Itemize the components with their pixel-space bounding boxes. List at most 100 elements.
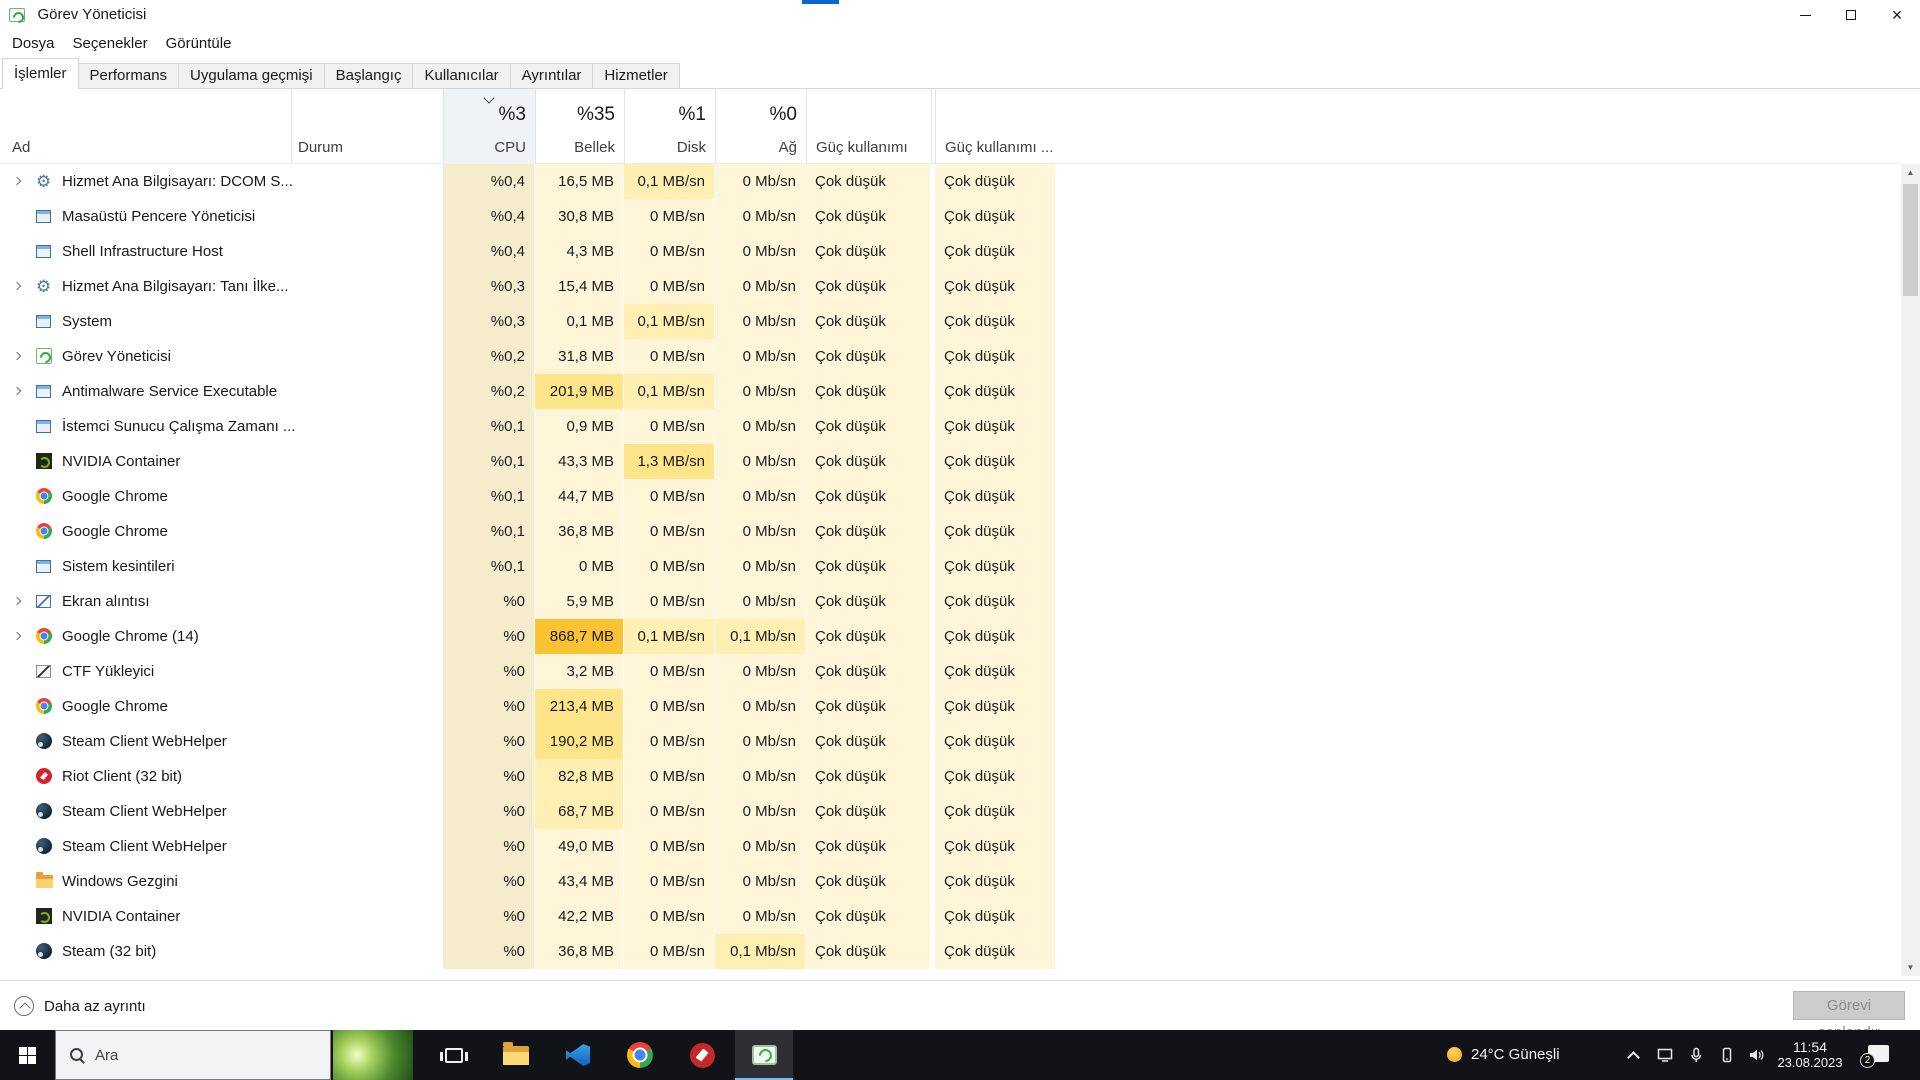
power-trend-cell: Çok düşük xyxy=(935,899,1056,934)
process-row[interactable]: Masaüstü Pencere Yöneticisi%0,430,8 MB0 … xyxy=(0,199,1901,234)
maximize-button[interactable] xyxy=(1828,0,1874,30)
pinned-red-app-button[interactable] xyxy=(673,1030,731,1080)
process-row[interactable]: Hizmet Ana Bilgisayarı: Tanı İlke...%0,3… xyxy=(0,269,1901,304)
process-row[interactable]: Google Chrome (14)%0868,7 MB0,1 MB/sn0,1… xyxy=(0,619,1901,654)
process-row[interactable]: System%0,30,1 MB0,1 MB/sn0 Mb/snÇok düşü… xyxy=(0,304,1901,339)
cpu-total-percent: %3 xyxy=(499,104,526,126)
scroll-up-button[interactable]: ▲ xyxy=(1901,164,1920,181)
power-trend-cell: Çok düşük xyxy=(935,689,1056,724)
expand-chevron-icon[interactable] xyxy=(13,282,21,290)
power-cell: Çok düşük xyxy=(806,864,931,899)
process-row[interactable]: NVIDIA Container%042,2 MB0 MB/sn0 Mb/snÇ… xyxy=(0,899,1901,934)
show-hidden-icons-button[interactable] xyxy=(1620,1030,1646,1080)
power-cell: Çok düşük xyxy=(806,409,931,444)
task-manager-button[interactable] xyxy=(735,1030,793,1080)
scroll-down-button[interactable]: ▼ xyxy=(1901,959,1920,976)
chrome-button[interactable] xyxy=(611,1030,669,1080)
column-header-status[interactable]: Durum xyxy=(291,89,443,164)
file-explorer-button[interactable] xyxy=(487,1030,545,1080)
tab-2[interactable]: Uygulama geçmişi xyxy=(178,63,325,89)
process-row[interactable]: Görev Yöneticisi%0,231,8 MB0 MB/sn0 Mb/s… xyxy=(0,339,1901,374)
titlebar: Görev Yöneticisi × xyxy=(0,0,1920,30)
power-trend-cell: Çok düşük xyxy=(935,304,1056,339)
process-status-cell xyxy=(291,304,443,339)
process-row[interactable]: Windows Gezgini%043,4 MB0 MB/sn0 Mb/snÇo… xyxy=(0,864,1901,899)
details-toggle[interactable]: Daha az ayrıntı xyxy=(14,981,146,1031)
expand-chevron-icon[interactable] xyxy=(13,352,21,360)
clock-time: 11:54 xyxy=(1770,1039,1850,1055)
process-row[interactable]: Steam Client WebHelper%0190,2 MB0 MB/sn0… xyxy=(0,724,1901,759)
column-header-name[interactable]: Ad xyxy=(0,89,291,164)
process-status-cell xyxy=(291,234,443,269)
tab-5[interactable]: Ayrıntılar xyxy=(510,63,594,89)
taskbar-clock[interactable]: 11:54 23.08.2023 xyxy=(1770,1039,1850,1071)
notification-badge: 2 xyxy=(1860,1053,1875,1068)
minimize-button[interactable] xyxy=(1782,0,1828,30)
column-header-memory[interactable]: %35 Bellek xyxy=(535,89,624,164)
pinned-photo-tile-button[interactable] xyxy=(333,1030,413,1080)
process-row[interactable]: Google Chrome%0,136,8 MB0 MB/sn0 Mb/snÇo… xyxy=(0,514,1901,549)
ctf-icon xyxy=(36,665,51,678)
column-header-power[interactable]: Güç kullanımı xyxy=(806,89,931,164)
disk-cell: 0 MB/sn xyxy=(624,794,715,829)
vertical-scrollbar[interactable]: ▲ ▼ xyxy=(1901,164,1920,976)
weather-sun-icon[interactable] xyxy=(1447,1047,1462,1062)
tab-6[interactable]: Hizmetler xyxy=(592,63,679,89)
process-row[interactable]: Shell Infrastructure Host%0,44,3 MB0 MB/… xyxy=(0,234,1901,269)
process-row[interactable]: Google Chrome%0213,4 MB0 MB/sn0 Mb/snÇok… xyxy=(0,689,1901,724)
taskbar-search[interactable]: Ara xyxy=(55,1030,331,1080)
column-header-network[interactable]: %0 Ağ xyxy=(715,89,806,164)
network-cell: 0 Mb/sn xyxy=(715,689,806,724)
process-row[interactable]: Antimalware Service Executable%0,2201,9 … xyxy=(0,374,1901,409)
disk-cell: 0 MB/sn xyxy=(624,199,715,234)
process-row[interactable]: CTF Yükleyici%03,2 MB0 MB/sn0 Mb/snÇok d… xyxy=(0,654,1901,689)
menu-item-0[interactable]: Dosya xyxy=(3,35,64,52)
process-row[interactable]: Google Chrome%0,144,7 MB0 MB/sn0 Mb/snÇo… xyxy=(0,479,1901,514)
close-button[interactable]: × xyxy=(1874,0,1920,30)
tray-device-button[interactable] xyxy=(1714,1030,1740,1080)
process-row[interactable]: Steam Client WebHelper%049,0 MB0 MB/sn0 … xyxy=(0,829,1901,864)
column-header-cpu[interactable]: %3 CPU xyxy=(443,89,535,164)
process-row[interactable]: Steam Client WebHelper%068,7 MB0 MB/sn0 … xyxy=(0,794,1901,829)
process-status-cell xyxy=(291,514,443,549)
process-row[interactable]: Ekran alıntısı%05,9 MB0 MB/sn0 Mb/snÇok … xyxy=(0,584,1901,619)
start-button[interactable] xyxy=(0,1030,55,1080)
process-row[interactable]: Riot Client (32 bit)%082,8 MB0 MB/sn0 Mb… xyxy=(0,759,1901,794)
expand-chevron-icon[interactable] xyxy=(13,177,21,185)
expand-chevron-icon[interactable] xyxy=(13,632,21,640)
end-task-button[interactable]: Görevi sonlandır xyxy=(1793,991,1905,1020)
menu-item-1[interactable]: Seçenekler xyxy=(64,35,157,52)
power-trend-cell: Çok düşük xyxy=(935,759,1056,794)
tab-0[interactable]: İşlemler xyxy=(2,58,79,89)
process-name: Google Chrome xyxy=(62,689,168,724)
memory-cell: 82,8 MB xyxy=(535,759,624,794)
pinned-blue-app-button[interactable] xyxy=(549,1030,607,1080)
memory-cell: 3,2 MB xyxy=(535,654,624,689)
tray-display-button[interactable] xyxy=(1652,1030,1678,1080)
process-name-cell: NVIDIA Container xyxy=(0,444,291,479)
expand-chevron-icon[interactable] xyxy=(13,387,21,395)
column-header-power-trend[interactable]: Güç kullanımı ... xyxy=(935,89,1056,164)
tray-speaker-button[interactable] xyxy=(1743,1030,1769,1080)
action-center-button[interactable]: 2 xyxy=(1868,1045,1889,1062)
process-row[interactable]: Steam (32 bit)%036,8 MB0 MB/sn0,1 Mb/snÇ… xyxy=(0,934,1901,969)
process-row[interactable]: NVIDIA Container%0,143,3 MB1,3 MB/sn0 Mb… xyxy=(0,444,1901,479)
expand-chevron-icon[interactable] xyxy=(13,597,21,605)
process-row[interactable]: İstemci Sunucu Çalışma Zamanı ...%0,10,9… xyxy=(0,409,1901,444)
tab-4[interactable]: Kullanıcılar xyxy=(412,63,510,89)
steam-icon xyxy=(36,943,52,959)
tab-1[interactable]: Performans xyxy=(78,63,180,89)
process-row[interactable]: Sistem kesintileri%0,10 MB0 MB/sn0 Mb/sn… xyxy=(0,549,1901,584)
task-view-button[interactable] xyxy=(425,1030,483,1080)
tray-microphone-button[interactable] xyxy=(1683,1030,1709,1080)
column-header-disk[interactable]: %1 Disk xyxy=(624,89,715,164)
menu-item-2[interactable]: Görüntüle xyxy=(157,35,241,52)
scrollbar-thumb[interactable] xyxy=(1903,184,1918,296)
process-row[interactable]: Hizmet Ana Bilgisayarı: DCOM S...%0,416,… xyxy=(0,164,1901,199)
weather-button[interactable]: 24°C Güneşli xyxy=(1471,1030,1560,1080)
speaker-icon xyxy=(1748,1047,1764,1063)
cpu-cell: %0,1 xyxy=(443,479,535,514)
process-status-cell xyxy=(291,899,443,934)
tab-3[interactable]: Başlangıç xyxy=(324,63,414,89)
process-status-cell xyxy=(291,689,443,724)
